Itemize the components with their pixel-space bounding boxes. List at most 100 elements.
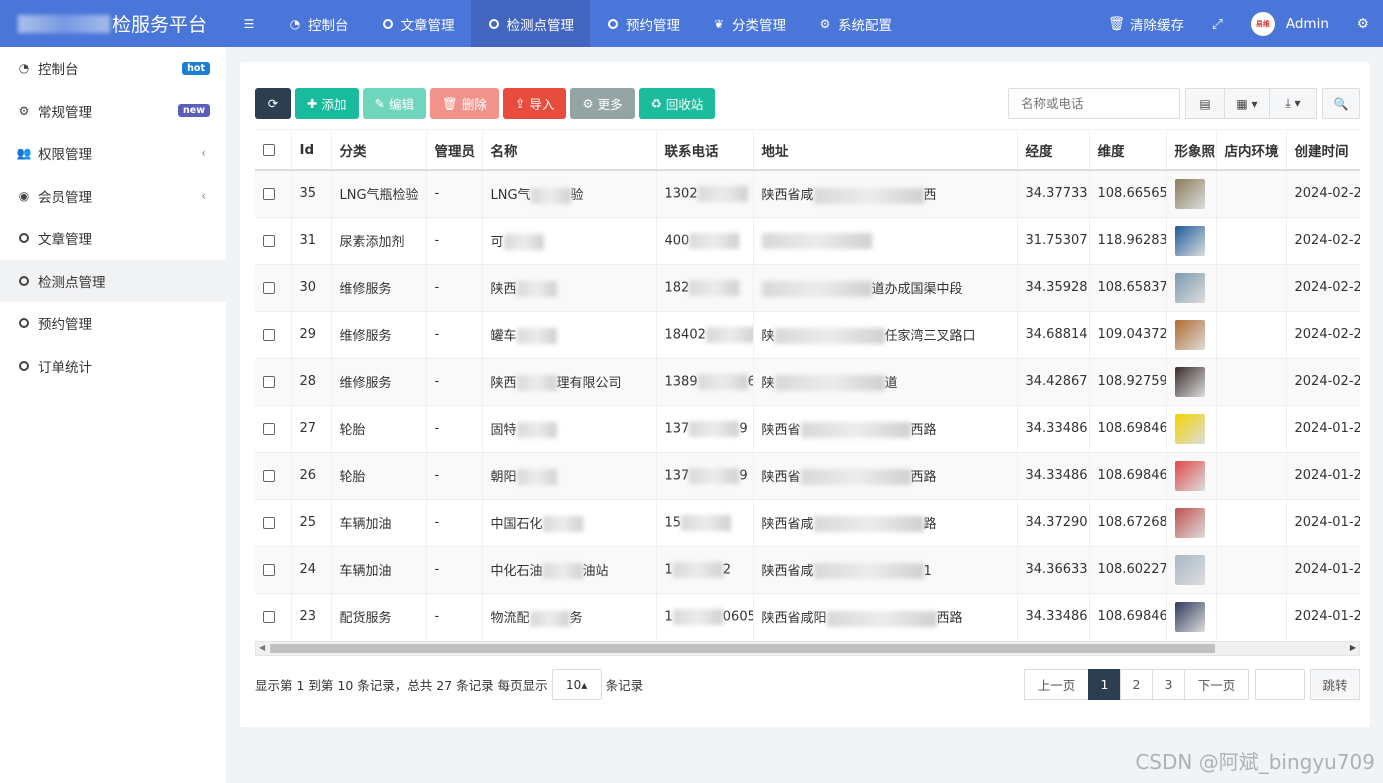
nav-system-config[interactable]: ⚙ 系统配置 <box>802 0 908 47</box>
thumbnail-image[interactable] <box>1174 319 1205 350</box>
table-row[interactable]: 30 维修服务 - 陕西 182 道办成国渠中段 34.35928 108.65837 2024… <box>255 263 1360 311</box>
row-checkbox[interactable] <box>263 281 275 294</box>
prev-page-button[interactable]: 上一页 <box>1024 669 1089 700</box>
table-row[interactable]: 25 车辆加油 - 中国石化 15 陕西省咸路 34.37290 108.67268 2024-… <box>255 498 1360 546</box>
cell-longitude: 31.75307 <box>1017 216 1090 264</box>
table-row[interactable]: 29维修服务-罐车18402877陕任家湾三叉路口34.68814109.043… <box>255 310 1360 358</box>
select-all-checkbox[interactable] <box>263 143 275 156</box>
col-header-name[interactable]: 名称 <box>482 130 657 171</box>
nav-categories[interactable]: ❦ 分类管理 <box>696 0 802 47</box>
menu-toggle-button[interactable]: ☰ <box>226 0 272 47</box>
row-checkbox[interactable] <box>263 187 275 200</box>
col-header-id[interactable]: Id <box>291 130 332 171</box>
row-checkbox[interactable] <box>263 563 275 576</box>
row-checkbox[interactable] <box>263 469 275 482</box>
cell-address: 道办成国渠中段 <box>753 263 1018 311</box>
col-header-category[interactable]: 分类 <box>331 130 427 171</box>
table-row[interactable]: 28维修服务-陕西理有限公司13896陕道34.42867108.92759 20… <box>255 357 1360 405</box>
delete-button[interactable]: 🗑 删除 <box>430 88 499 119</box>
cell-id: 25 <box>291 498 332 546</box>
sidebar-item-general[interactable]: ⚙ 常规管理 new <box>0 90 226 133</box>
thumbnail-image[interactable] <box>1174 272 1205 303</box>
edit-button[interactable]: ✎ 编辑 <box>362 88 426 119</box>
scrollbar-thumb[interactable] <box>270 644 1215 653</box>
col-header-created[interactable]: 创建时间 <box>1286 130 1360 171</box>
sidebar-item-checkpoints[interactable]: 检测点管理 <box>0 259 226 302</box>
page-3-button[interactable]: 3 <box>1152 669 1185 700</box>
redacted-text <box>689 279 740 296</box>
sidebar-item-appointments[interactable]: 预约管理 <box>0 302 226 345</box>
nav-checkpoints[interactable]: 检测点管理 <box>470 0 590 47</box>
page-1-button[interactable]: 1 <box>1088 669 1121 700</box>
search-button[interactable]: 🔍 <box>1322 88 1360 119</box>
table-row[interactable]: 27 轮胎 - 固特 137 9 陕西省 西路 34.33486 108.69846 2024-01… <box>255 404 1360 452</box>
brand-logo[interactable]: 检服务平台 <box>0 0 226 47</box>
row-checkbox[interactable] <box>263 610 275 623</box>
search-input[interactable] <box>1008 88 1180 119</box>
row-checkbox[interactable] <box>263 375 275 388</box>
col-header-latitude[interactable]: 维度 <box>1089 130 1167 171</box>
columns-button[interactable]: ▦ ▾ <box>1224 88 1270 119</box>
table-row[interactable]: 24 车辆加油 - 中化石油 油站 1 2 陕西省咸 1 34.36633 108.60227 202… <box>255 545 1360 593</box>
sidebar-item-order-stats[interactable]: 订单统计 <box>0 345 226 388</box>
page-2-button[interactable]: 2 <box>1120 669 1153 700</box>
table-row[interactable]: 26 轮胎 - 朝阳 137 9 陕西省 西路 34.33486 108.69846 2024-01… <box>255 451 1360 499</box>
toggle-view-button[interactable]: ▤ <box>1185 88 1225 119</box>
col-header-phone[interactable]: 联系电话 <box>656 130 754 171</box>
table-row[interactable]: 31尿素添加剂-可400 31.75307118.96283 2024-02-29 <box>255 216 1360 264</box>
import-button[interactable]: ⇪ 导入 <box>502 88 567 119</box>
sidebar-item-permissions[interactable]: 👥 权限管理 ‹ <box>0 132 226 175</box>
page-size-select[interactable]: 10 ▴ <box>551 669 602 700</box>
col-header-admin[interactable]: 管理员 <box>426 130 483 171</box>
circle-icon <box>17 233 31 244</box>
thumbnail-image[interactable] <box>1174 601 1205 632</box>
next-page-button[interactable]: 下一页 <box>1184 669 1249 700</box>
sidebar-item-members[interactable]: ◉ 会员管理 ‹ <box>0 175 226 218</box>
table-row[interactable]: 35 LNG气瓶检验 - LNG气验 1302 陕西省咸西 34.37733 108.6656… <box>255 169 1360 217</box>
leaf-icon: ❦ <box>713 16 725 31</box>
thumbnail-image[interactable] <box>1174 225 1205 256</box>
scroll-left-icon[interactable]: ◀ <box>259 643 265 652</box>
chevron-left-icon: ‹ <box>201 188 206 203</box>
sidebar-item-articles[interactable]: 文章管理 <box>0 217 226 260</box>
nav-articles[interactable]: 文章管理 <box>365 0 471 47</box>
jump-button[interactable]: 跳转 <box>1310 669 1360 700</box>
cell-name: 中国石化 <box>482 498 657 546</box>
export-button[interactable]: ⤓ ▾ <box>1269 88 1317 119</box>
cell-created: 2024-01-29 <box>1286 498 1360 546</box>
row-checkbox[interactable] <box>263 234 275 247</box>
nav-appointments[interactable]: 预约管理 <box>590 0 696 47</box>
add-button[interactable]: ✚ 添加 <box>295 88 359 119</box>
cell-created: 2024-02-28 <box>1286 357 1360 405</box>
thumbnail-image[interactable] <box>1174 178 1205 209</box>
col-header-photo[interactable]: 形象照 <box>1166 130 1217 171</box>
cell-latitude: 108.69846 <box>1089 592 1167 640</box>
row-select-cell <box>255 169 292 217</box>
row-checkbox[interactable] <box>263 328 275 341</box>
clear-cache-button[interactable]: 🗑 清除缓存 <box>1094 0 1198 47</box>
horizontal-scrollbar[interactable]: ◀ ▶ <box>255 641 1360 656</box>
thumbnail-image[interactable] <box>1174 413 1205 444</box>
col-header-address[interactable]: 地址 <box>753 130 1018 171</box>
thumbnail-image[interactable] <box>1174 460 1205 491</box>
jump-page-input[interactable] <box>1255 669 1305 700</box>
row-checkbox[interactable] <box>263 516 275 529</box>
settings-button[interactable]: ⚙ <box>1343 0 1383 47</box>
col-header-environment[interactable]: 店内环境 <box>1216 130 1287 171</box>
fullscreen-button[interactable]: ⤢ <box>1198 0 1237 47</box>
cell-created: 2024-02-29 <box>1286 169 1360 217</box>
thumbnail-image[interactable] <box>1174 366 1205 397</box>
refresh-button[interactable]: ⟳ <box>255 88 291 119</box>
row-checkbox[interactable] <box>263 422 275 435</box>
recycle-bin-button[interactable]: ♻ 回收站 <box>638 88 716 119</box>
col-header-longitude[interactable]: 经度 <box>1017 130 1090 171</box>
table-row[interactable]: 23配货服务-物流配务10605229陕西省咸阳西路34.33486108.69… <box>255 592 1360 640</box>
thumbnail-image[interactable] <box>1174 554 1205 585</box>
sidebar-item-dashboard[interactable]: ◔ 控制台 hot <box>0 47 226 90</box>
cell-name: 中化石油 油站 <box>482 545 657 593</box>
nav-dashboard[interactable]: ◔ 控制台 <box>272 0 365 47</box>
thumbnail-image[interactable] <box>1174 507 1205 538</box>
more-button[interactable]: ⚙ 更多 <box>570 88 635 119</box>
scroll-right-icon[interactable]: ▶ <box>1350 643 1356 652</box>
user-menu[interactable]: 易维 Admin <box>1237 0 1343 47</box>
